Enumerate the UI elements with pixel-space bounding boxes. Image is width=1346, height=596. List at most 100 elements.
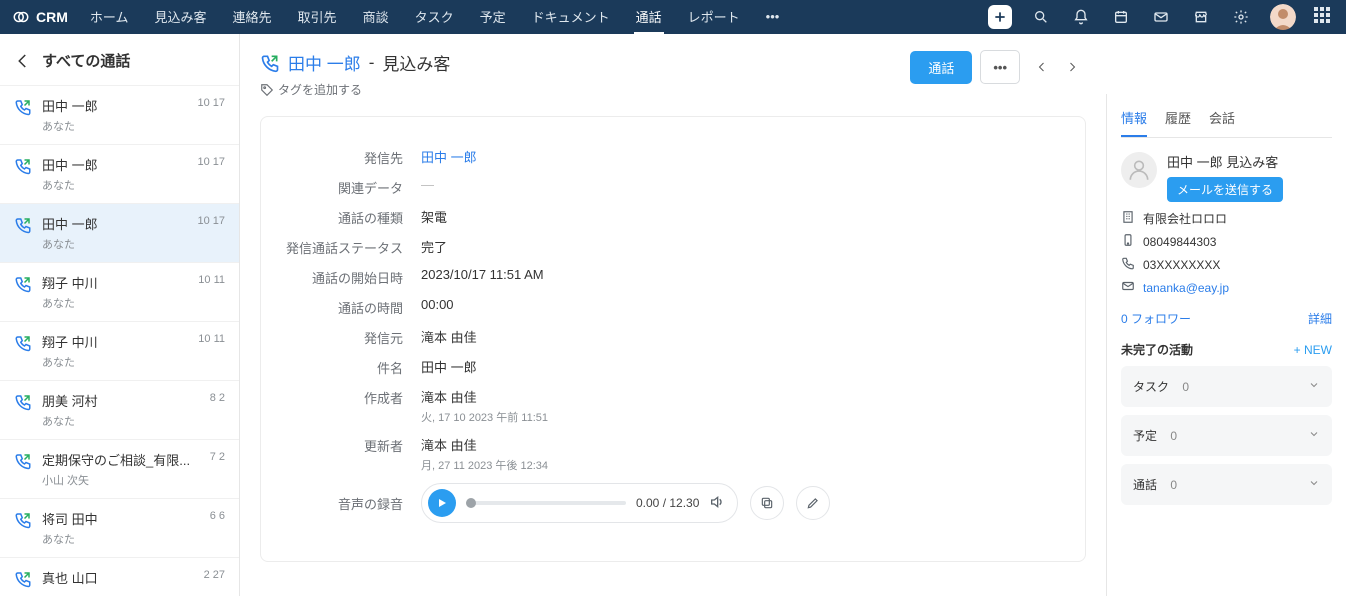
chevron-down-icon (1308, 428, 1320, 443)
label-recording: 音声の録音 (281, 493, 421, 513)
call-in-icon (14, 452, 32, 488)
profile-email[interactable]: tananka@eay.jp (1143, 281, 1229, 295)
list-item[interactable]: 翔子 中川あなた10 11 (0, 321, 239, 380)
list-item-main: 朋美 河村あなた (42, 391, 200, 429)
nav-item-7[interactable]: ドキュメント (530, 0, 612, 34)
accordion-label: 予定 (1133, 429, 1157, 443)
record-actions: 通話 ••• (910, 50, 1086, 84)
play-button[interactable] (428, 489, 456, 517)
list-item[interactable]: 田中 一郎あなた10 17 (0, 85, 239, 144)
right-panel: 情報履歴会話 田中 一郎 見込み客 メールを送信する 有限会社ロロロ 08049… (1106, 94, 1346, 596)
avatar[interactable] (1270, 4, 1296, 30)
list-item-date: 10 17 (197, 97, 225, 134)
record-header: 田中 一郎 - 見込み客 タグを追加する 通話 ••• (260, 50, 1086, 98)
nav-item-0[interactable]: ホーム (88, 0, 131, 34)
nav-item-4[interactable]: 商談 (361, 0, 391, 34)
call-out-icon (14, 393, 32, 429)
profile-name: 田中 一郎 見込み客 (1167, 152, 1283, 171)
mail-icon[interactable] (1150, 6, 1172, 28)
nav-item-9[interactable]: レポート (686, 0, 742, 34)
value-updater: 滝本 由佳 (421, 435, 548, 454)
list-item-date: 10 11 (198, 274, 225, 311)
list-item[interactable]: 定期保守のご相談_有限...小山 次矢7 2 (0, 439, 239, 498)
calendar-icon[interactable] (1110, 6, 1132, 28)
brand[interactable]: CRM (12, 8, 68, 26)
list-item-main: 定期保守のご相談_有限...小山 次矢 (42, 450, 200, 488)
logo-icon (12, 8, 30, 26)
record-person-link[interactable]: 田中 一郎 (288, 50, 361, 75)
store-icon[interactable] (1190, 6, 1212, 28)
value-call-to[interactable]: 田中 一郎 (421, 150, 477, 165)
list-item-sub: あなた (42, 413, 200, 429)
profile-phone: 03XXXXXXXX (1143, 258, 1220, 272)
list-item-sub: あなた (42, 531, 200, 547)
value-creator-sub: 火, 17 10 2023 午前 11:51 (421, 409, 548, 425)
list-item[interactable]: 真也 山口2 27 (0, 557, 239, 596)
player-track[interactable] (466, 501, 626, 505)
record-title-group: 田中 一郎 - 見込み客 タグを追加する (260, 50, 450, 98)
followers-link[interactable]: 0 フォロワー (1121, 310, 1191, 327)
section-header: 未完了の活動 + NEW (1121, 341, 1332, 358)
bell-icon[interactable] (1070, 6, 1092, 28)
list-item-date: 8 2 (210, 392, 225, 429)
left-sidebar: すべての通話 田中 一郎あなた10 17田中 一郎あなた10 17田中 一郎あな… (0, 34, 240, 596)
add-button[interactable] (988, 5, 1012, 29)
label-related: 関連データ (281, 177, 421, 197)
call-in-icon (14, 570, 32, 591)
prev-record[interactable] (1028, 50, 1056, 84)
edit-button[interactable] (796, 486, 830, 520)
record-title-row: 田中 一郎 - 見込み客 (260, 50, 450, 75)
call-list: 田中 一郎あなた10 17田中 一郎あなた10 17田中 一郎あなた10 17翔… (0, 85, 239, 596)
label-call-to: 発信先 (281, 147, 421, 167)
record-card: 発信先田中 一郎 関連データ— 通話の種類架電 発信通話ステータス完了 通話の開… (260, 116, 1086, 562)
list-item-title: 翔子 中川 (42, 332, 188, 351)
add-tag[interactable]: タグを追加する (260, 81, 450, 98)
accordion-item[interactable]: 通話 0 (1121, 464, 1332, 505)
list-item[interactable]: 田中 一郎あなた10 17 (0, 203, 239, 262)
accordion-count: 0 (1170, 478, 1177, 492)
volume-icon[interactable] (709, 494, 725, 513)
search-icon[interactable] (1030, 6, 1052, 28)
mobile-icon (1121, 233, 1135, 250)
send-email-button[interactable]: メールを送信する (1167, 177, 1283, 202)
topbar-right (988, 4, 1334, 30)
detail-link[interactable]: 詳細 (1308, 310, 1332, 327)
record-sep: - (369, 53, 375, 73)
next-record[interactable] (1058, 50, 1086, 84)
nav-item-6[interactable]: 予定 (478, 0, 508, 34)
left-title: すべての通話 (42, 50, 130, 71)
list-item[interactable]: 将司 田中あなた6 6 (0, 498, 239, 557)
accordion-item[interactable]: 予定 0 (1121, 415, 1332, 456)
profile-company: 有限会社ロロロ (1143, 210, 1227, 227)
right-tab-2[interactable]: 会話 (1209, 108, 1235, 137)
call-out-icon (14, 216, 32, 252)
label-from: 発信元 (281, 327, 421, 347)
copy-button[interactable] (750, 486, 784, 520)
label-creator: 作成者 (281, 387, 421, 407)
value-updater-sub: 月, 27 11 2023 午後 12:34 (421, 457, 548, 473)
app-launcher-icon[interactable] (1314, 7, 1334, 27)
nav-item-5[interactable]: タスク (413, 0, 456, 34)
nav-item-8[interactable]: 通話 (634, 0, 664, 34)
list-item[interactable]: 翔子 中川あなた10 11 (0, 262, 239, 321)
right-tab-1[interactable]: 履歴 (1165, 108, 1191, 137)
section-add[interactable]: + NEW (1294, 343, 1332, 357)
profile-row: 田中 一郎 見込み客 メールを送信する (1121, 152, 1332, 202)
nav-item-2[interactable]: 連絡先 (231, 0, 274, 34)
value-out-status: 完了 (421, 237, 447, 256)
nav-item-3[interactable]: 取引先 (296, 0, 339, 34)
right-tab-0[interactable]: 情報 (1121, 108, 1147, 137)
list-item[interactable]: 田中 一郎あなた10 17 (0, 144, 239, 203)
chevron-down-icon (1308, 477, 1320, 492)
more-button[interactable]: ••• (980, 50, 1020, 84)
gear-icon[interactable] (1230, 6, 1252, 28)
back-arrow-icon[interactable] (14, 52, 32, 70)
nav-item-1[interactable]: 見込み客 (153, 0, 209, 34)
list-item[interactable]: 朋美 河村あなた 8 2 (0, 380, 239, 439)
player: 0.00 / 12.30 (421, 483, 830, 523)
value-subject: 田中 一郎 (421, 357, 477, 376)
nav-item-10[interactable]: ••• (764, 0, 782, 34)
left-header: すべての通話 (0, 34, 239, 85)
accordion-item[interactable]: タスク 0 (1121, 366, 1332, 407)
call-button[interactable]: 通話 (910, 51, 972, 84)
